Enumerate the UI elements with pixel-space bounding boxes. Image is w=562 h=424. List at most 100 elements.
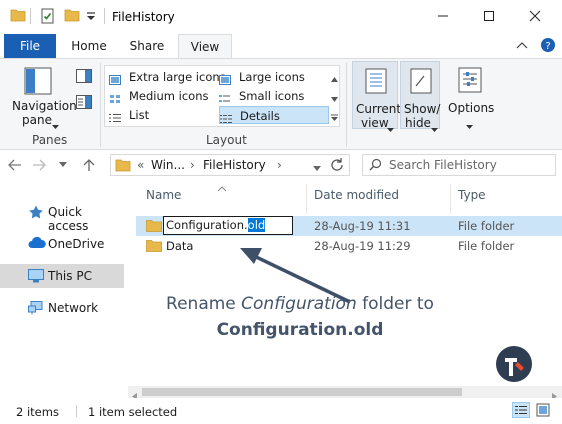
tab-view[interactable]: View: [178, 34, 232, 59]
chevron-down-icon: [387, 122, 394, 136]
layout-scroll[interactable]: [328, 65, 342, 127]
navigation-pane: Quick access OneDrive This PC Network: [0, 180, 128, 398]
annotation-line-2: Configuration.old: [216, 320, 384, 340]
rename-input[interactable]: Configuration.old: [163, 216, 293, 235]
options-button[interactable]: Options: [444, 61, 496, 129]
details-view-icon: [515, 406, 527, 414]
divider: [30, 8, 31, 24]
network-icon: [28, 301, 44, 315]
file-type: File folder: [458, 239, 515, 253]
date-modified: 28-Aug-19 11:31: [314, 219, 411, 233]
new-folder-icon[interactable]: [64, 8, 80, 25]
chevron-down-icon: [431, 122, 438, 136]
close-button[interactable]: [512, 0, 558, 34]
layout-gallery: Extra large icons Large icons Medium ico…: [104, 65, 340, 127]
tab-home[interactable]: Home: [64, 34, 114, 58]
rename-text: Configuration.: [166, 218, 248, 232]
folder-icon: [146, 219, 162, 232]
show-hide-label: Show/: [404, 102, 441, 116]
breadcrumb-separator[interactable]: ›: [277, 158, 282, 172]
divider: [346, 63, 347, 147]
navigation-pane-button[interactable]: Navigation pane: [12, 63, 77, 129]
chevron-down-icon: [52, 119, 59, 133]
layout-small-icons[interactable]: Small icons: [219, 87, 329, 105]
search-box[interactable]: Search FileHistory: [362, 154, 556, 176]
layout-details[interactable]: Details: [219, 106, 329, 124]
large-icons-icon: [219, 72, 231, 85]
ribbon-tabs: File Home Share View ?: [0, 34, 562, 59]
nav-item-this-pc[interactable]: This PC: [0, 264, 124, 288]
scrollbar-thumb[interactable]: [142, 388, 462, 396]
address-bar[interactable]: « Win... › FileHistory ›: [110, 154, 350, 176]
annotation-line-1: Rename Configuration folder to: [166, 294, 434, 314]
options-label: Options: [448, 101, 495, 115]
layout-medium-icons[interactable]: Medium icons: [109, 87, 219, 105]
divider: [306, 184, 307, 214]
forward-button[interactable]: [30, 156, 48, 174]
horizontal-scrollbar[interactable]: [128, 386, 562, 400]
maximize-icon: [483, 10, 495, 25]
table-row[interactable]: Configuration.old 28-Aug-19 11:31 File f…: [136, 216, 562, 236]
column-header-type[interactable]: Type: [458, 188, 486, 202]
details-icon: [220, 111, 232, 123]
extra-large-icons-icon: [109, 72, 121, 85]
back-button[interactable]: [6, 156, 24, 174]
preview-pane-icon[interactable]: [76, 69, 92, 86]
divider: [104, 8, 105, 24]
breadcrumb-separator[interactable]: ›: [190, 158, 195, 172]
nav-item-network[interactable]: Network: [0, 296, 124, 320]
selection-count: 1 item selected: [88, 405, 178, 419]
help-icon[interactable]: ?: [540, 37, 556, 56]
current-view-label-2: view: [361, 116, 389, 130]
breadcrumb-overflow[interactable]: «: [137, 158, 144, 172]
details-pane-icon[interactable]: [76, 95, 92, 112]
collapse-ribbon-icon[interactable]: [516, 40, 528, 54]
small-icons-icon: [219, 91, 231, 102]
layout-group-label: Layout: [206, 133, 247, 147]
nav-item-quick-access[interactable]: Quick access: [0, 200, 124, 233]
file-list: Name Date modified Type Configuration.ol…: [128, 180, 562, 400]
status-bar: 2 items 1 item selected: [0, 398, 562, 424]
show-hide-button[interactable]: Show/ hide: [400, 61, 441, 132]
current-view-button[interactable]: Current view: [352, 61, 401, 132]
layout-extra-large-icons[interactable]: Extra large icons: [109, 68, 226, 86]
search-icon: [369, 158, 382, 174]
nav-item-onedrive[interactable]: OneDrive: [0, 232, 124, 256]
up-button[interactable]: [80, 156, 98, 174]
navigation-pane-label-2: pane: [22, 113, 52, 127]
navigation-pane-icon: [24, 67, 52, 98]
repair-logo-icon: [494, 344, 534, 387]
address-dropdown-icon[interactable]: [313, 161, 321, 175]
forward-arrow-icon: [33, 159, 46, 171]
address-row: « Win... › FileHistory › Search FileHist…: [0, 150, 562, 180]
tab-file[interactable]: File: [4, 34, 56, 58]
search-input[interactable]: Search FileHistory: [389, 158, 497, 172]
column-header-date-modified[interactable]: Date modified: [314, 188, 399, 202]
breadcrumb-item[interactable]: FileHistory: [203, 158, 266, 172]
recent-locations-button[interactable]: [54, 156, 72, 174]
options-icon: [458, 67, 482, 96]
breadcrumb-item[interactable]: Win...: [151, 158, 185, 172]
computer-icon: [28, 269, 44, 283]
maximize-button[interactable]: [466, 0, 512, 34]
sort-ascending-icon: [217, 180, 227, 194]
folder-icon: [10, 8, 26, 25]
refresh-icon[interactable]: [329, 157, 345, 176]
layout-list[interactable]: List: [109, 106, 219, 124]
show-hide-icon: [410, 68, 432, 97]
minimize-icon: [437, 10, 449, 25]
details-view-button[interactable]: [512, 402, 530, 418]
customize-toolbar-icon[interactable]: [86, 11, 96, 25]
rename-selected-text: old: [247, 218, 266, 232]
tab-share[interactable]: Share: [122, 34, 172, 58]
back-arrow-icon: [8, 159, 21, 171]
layout-large-icons[interactable]: Large icons: [219, 68, 329, 86]
large-icons-view-button[interactable]: [536, 403, 550, 420]
properties-icon[interactable]: [40, 8, 56, 27]
column-header-name[interactable]: Name: [146, 188, 181, 202]
chevron-down-icon: [331, 91, 338, 105]
list-icon: [109, 110, 121, 122]
window-title: FileHistory: [112, 10, 175, 24]
panes-group-label: Panes: [32, 133, 68, 147]
minimize-button[interactable]: [420, 0, 466, 34]
